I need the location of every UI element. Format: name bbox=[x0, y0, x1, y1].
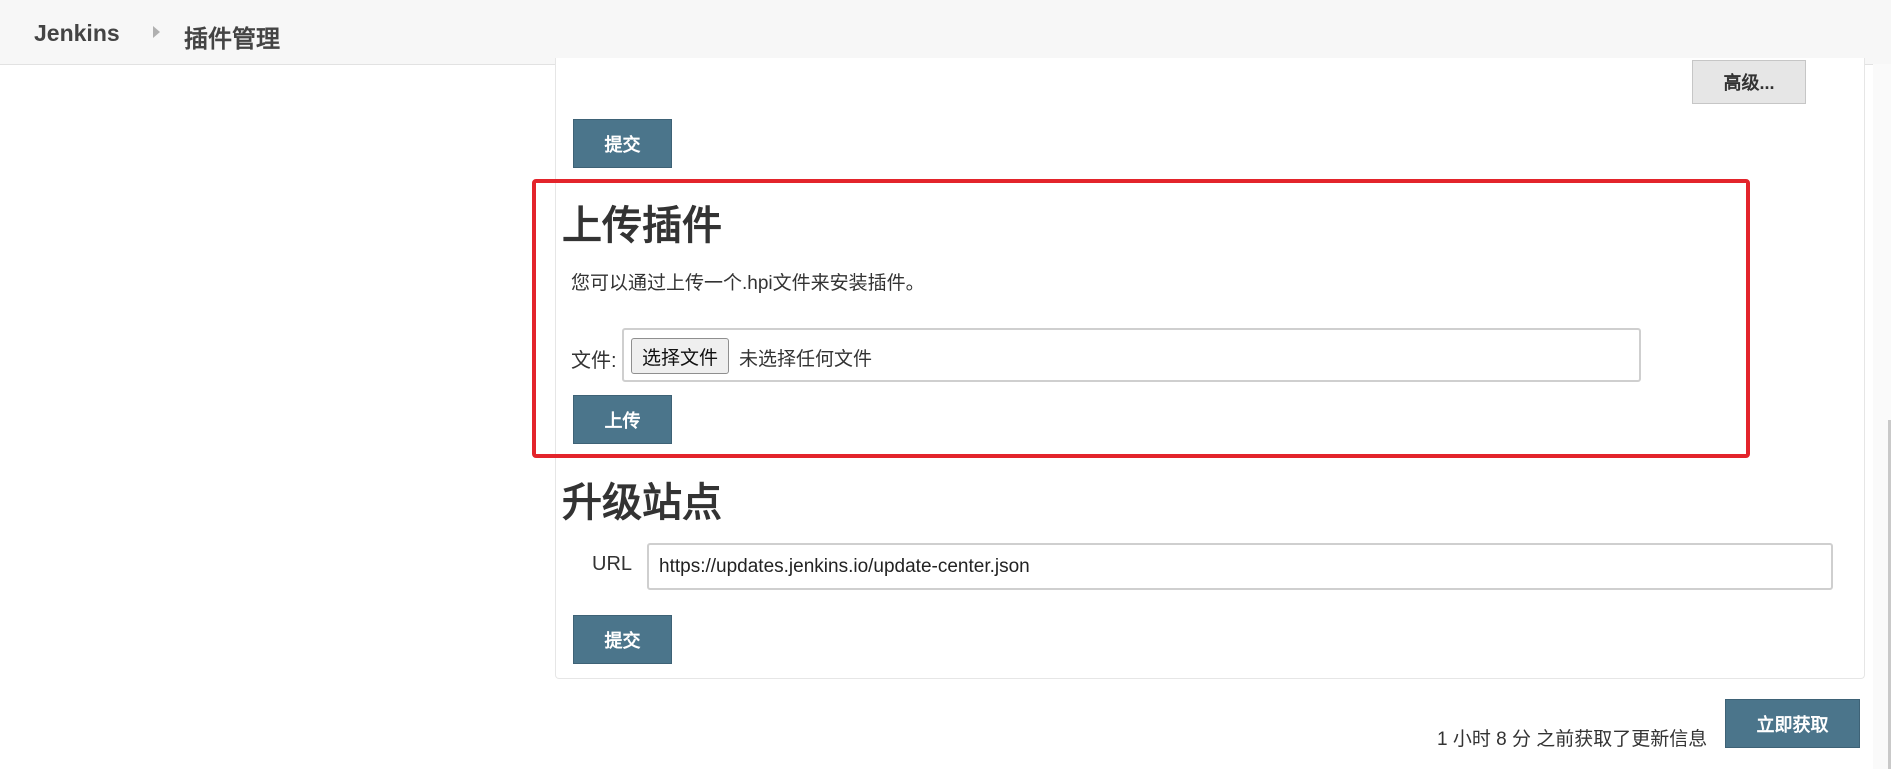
breadcrumb-current-page[interactable]: 插件管理 bbox=[184, 19, 280, 54]
breadcrumb-home-link[interactable]: Jenkins bbox=[34, 20, 120, 47]
advanced-button[interactable]: 高级... bbox=[1692, 60, 1806, 104]
upload-plugin-title: 上传插件 bbox=[562, 204, 722, 248]
breadcrumb-bar: Jenkins 插件管理 bbox=[0, 0, 1891, 65]
upload-button[interactable]: 上传 bbox=[573, 395, 672, 444]
update-status-text: 1 小时 8 分 之前获取了更新信息 bbox=[1437, 729, 1708, 750]
update-site-submit-button[interactable]: 提交 bbox=[573, 615, 672, 664]
file-input[interactable]: 选择文件 未选择任何文件 bbox=[622, 328, 1641, 382]
proxy-submit-button[interactable]: 提交 bbox=[573, 119, 672, 168]
file-label: 文件: bbox=[571, 350, 617, 372]
update-site-url-input[interactable]: https://updates.jenkins.io/update-center… bbox=[647, 543, 1833, 590]
choose-file-button[interactable]: 选择文件 bbox=[631, 338, 730, 374]
url-label: URL bbox=[592, 553, 633, 575]
upload-plugin-description: 您可以通过上传一个.hpi文件来安装插件。 bbox=[571, 273, 925, 294]
update-site-title: 升级站点 bbox=[562, 481, 722, 525]
chevron-right-icon bbox=[153, 26, 160, 38]
check-now-button[interactable]: 立即获取 bbox=[1725, 699, 1860, 748]
file-status-text: 未选择任何文件 bbox=[739, 349, 873, 370]
